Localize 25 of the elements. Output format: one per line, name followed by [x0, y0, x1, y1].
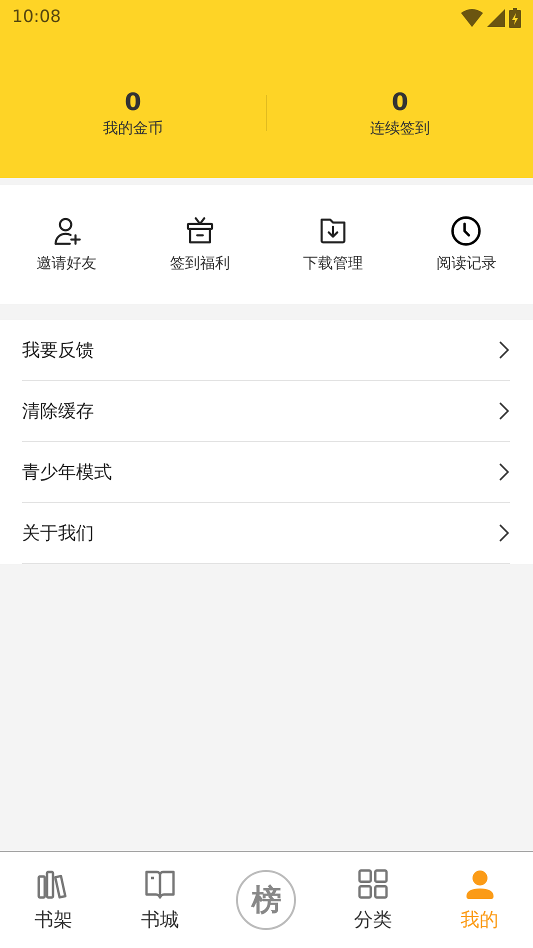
menu-item[interactable]: 关于我们	[22, 520, 498, 546]
stat-value: 0	[392, 86, 408, 117]
stat-label: 我的金币	[103, 118, 163, 139]
clock-icon	[449, 214, 484, 248]
nav-tab[interactable]: 分类	[320, 866, 426, 934]
ranking-tab[interactable]: 榜	[236, 870, 296, 930]
stat-value: 0	[124, 86, 142, 117]
chevron-right-icon	[498, 462, 510, 482]
signal-icon	[487, 9, 505, 27]
shortcut-button[interactable]: 邀请好友	[0, 214, 134, 275]
chevron-right-icon	[498, 523, 510, 543]
wifi-icon	[461, 9, 483, 27]
shortcut-button[interactable]: 签到福利	[133, 214, 266, 275]
menu-item[interactable]: 青少年模式	[22, 458, 498, 486]
shortcut-button[interactable]: 下载管理	[266, 214, 400, 275]
status-time: 10:08	[12, 6, 61, 30]
nav-tab[interactable]: 书城	[106, 866, 214, 934]
chevron-right-icon	[498, 340, 510, 360]
menu-item[interactable]: 我要反馈	[22, 336, 498, 364]
battery-icon	[509, 8, 521, 28]
stat-label: 连续签到	[370, 118, 430, 139]
menu-item[interactable]: 清除缓存	[22, 398, 498, 424]
nav-tab[interactable]: 书架	[0, 866, 107, 934]
chevron-right-icon	[498, 401, 510, 421]
shortcut-button[interactable]: 阅读记录	[400, 214, 533, 275]
